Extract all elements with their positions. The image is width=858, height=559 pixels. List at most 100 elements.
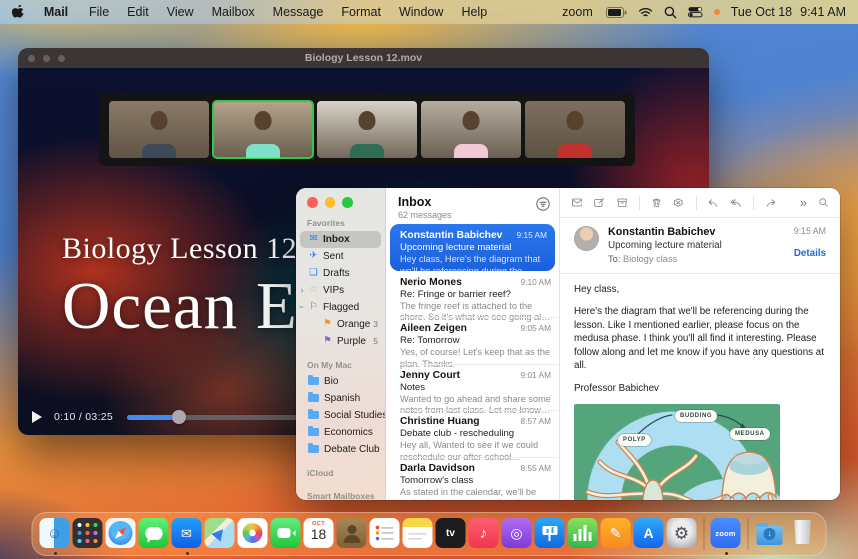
message-time: 8:55 AM — [521, 463, 551, 473]
dock-appstore[interactable]: A — [634, 518, 665, 555]
dock-pages[interactable]: ✎ — [601, 518, 632, 555]
control-center-icon[interactable] — [688, 6, 703, 18]
participant-video-5[interactable] — [525, 101, 625, 158]
dock-settings[interactable]: ⚙ — [667, 518, 698, 555]
participant-shirt — [246, 144, 280, 158]
filter-icon[interactable] — [536, 197, 550, 211]
overflow-chevrons-icon[interactable]: » — [800, 196, 807, 209]
zoom-button[interactable] — [342, 197, 353, 208]
delete-icon[interactable] — [652, 196, 661, 209]
sidebar-item-flagged[interactable]: ›⚐Flagged — [296, 299, 385, 316]
sidebar-item-bio[interactable]: Bio — [296, 373, 385, 390]
message-list-item-aileen-zeigen[interactable]: Aileen Zeigen9:05 AMRe: TomorrowYes, of … — [386, 317, 559, 364]
sidebar-item-orange[interactable]: ⚑Orange3 — [296, 316, 385, 333]
dock-appletv[interactable]: tv — [436, 518, 467, 555]
junk-icon[interactable] — [673, 196, 683, 209]
dock-music[interactable]: ♪ — [469, 518, 500, 555]
zoom-menu-extra[interactable]: zoom — [562, 5, 593, 19]
play-button[interactable] — [32, 411, 42, 423]
screen-recording-indicator[interactable] — [714, 9, 720, 15]
sidebar-item-vips[interactable]: ›☆VIPs — [296, 282, 385, 299]
progress-handle[interactable] — [172, 410, 186, 424]
details-link[interactable]: Details — [794, 248, 826, 259]
dock-safari[interactable] — [106, 518, 137, 555]
recipient: Biology class — [623, 254, 677, 264]
message-list-item-jenny-court[interactable]: Jenny Court9:01 AMNotesWanted to go ahea… — [386, 364, 559, 411]
participant-video-4[interactable] — [421, 101, 521, 158]
sidebar-item-social-studies[interactable]: Social Studies — [296, 407, 385, 424]
greeting: Hey class, — [574, 283, 824, 297]
chevron-down-icon[interactable]: › — [297, 303, 307, 311]
participant-head — [567, 111, 584, 130]
minimize-button[interactable] — [325, 197, 336, 208]
calendar-icon: OCT18 — [304, 518, 334, 548]
menubar-menu-edit[interactable]: Edit — [127, 5, 149, 19]
compose-icon[interactable] — [594, 196, 604, 209]
sidebar-item-label: Orange — [337, 319, 370, 330]
message-list-item-konstantin-babichev[interactable]: Konstantin Babichev9:15 AMUpcoming lectu… — [390, 224, 555, 271]
menubar-menu-file[interactable]: File — [89, 5, 109, 19]
dock-facetime[interactable] — [271, 518, 302, 555]
dock-messages[interactable] — [139, 518, 170, 555]
running-indicator — [186, 552, 189, 555]
archive-icon[interactable] — [617, 196, 627, 209]
message-list-pane: Inbox 62 messages Konstantin Babichev9:1… — [385, 188, 560, 500]
dock-notes[interactable] — [403, 518, 434, 555]
participant-video-2[interactable] — [213, 101, 313, 158]
message-list-item-darla-davidson[interactable]: Darla Davidson8:55 AMTomorrow's classAs … — [386, 457, 559, 501]
sidebar-item-debate-club[interactable]: Debate Club — [296, 441, 385, 458]
dock-mail[interactable]: ✉ — [172, 518, 203, 555]
video-window-titlebar[interactable]: Biology Lesson 12.mov — [18, 48, 709, 68]
dock-maps[interactable] — [205, 518, 236, 555]
sidebar-item-drafts[interactable]: ❏Drafts — [296, 265, 385, 282]
dock-reminders[interactable] — [370, 518, 401, 555]
sidebar-item-purple[interactable]: ⚑Purple5 — [296, 333, 385, 350]
chevron-right-icon[interactable]: › — [298, 285, 306, 295]
reply-icon[interactable] — [708, 197, 718, 209]
lifecycle-diagram-attachment[interactable]: BUDDING POLYP MEDUSA — [574, 404, 780, 500]
message-list-item-christine-huang[interactable]: Christine Huang8:57 AMDebate club - resc… — [386, 410, 559, 457]
dock-zoom[interactable]: zoom — [711, 518, 742, 555]
get-mail-icon[interactable] — [572, 196, 582, 209]
dock-downloads[interactable] — [755, 518, 786, 555]
menubar-menu-format[interactable]: Format — [341, 5, 381, 19]
dock-podcasts[interactable]: ◎ — [502, 518, 533, 555]
battery-icon[interactable] — [606, 7, 627, 18]
close-button[interactable] — [307, 197, 318, 208]
spotlight-search-icon[interactable] — [664, 6, 677, 19]
mail-sidebar: Favorites✉Inbox✈Sent❏Drafts›☆VIPs›⚐Flagg… — [296, 188, 385, 500]
participant-video-3[interactable] — [317, 101, 417, 158]
search-icon[interactable] — [819, 196, 828, 209]
sidebar-item-spanish[interactable]: Spanish — [296, 390, 385, 407]
dock-launchpad[interactable] — [73, 518, 104, 555]
participant-video-1[interactable] — [109, 101, 209, 158]
playback-time: 0:10 / 03:25 — [54, 411, 113, 423]
menubar-menu-message[interactable]: Message — [273, 5, 324, 19]
dock-keynote[interactable] — [535, 518, 566, 555]
sidebar-item-sent[interactable]: ✈Sent — [296, 248, 385, 265]
dock-photos[interactable] — [238, 518, 269, 555]
participant-head — [463, 111, 480, 130]
apple-menu-icon[interactable] — [12, 5, 25, 20]
menubar-menu-mailbox[interactable]: Mailbox — [212, 5, 255, 19]
sidebar-item-economics[interactable]: Economics — [296, 424, 385, 441]
sidebar-item-label: Purple — [337, 336, 366, 347]
dock-numbers[interactable] — [568, 518, 599, 555]
menubar-menu-help[interactable]: Help — [461, 5, 487, 19]
reply-all-icon[interactable] — [730, 197, 741, 209]
dock-calendar[interactable]: OCT18 — [304, 518, 335, 555]
menubar-app-menu[interactable]: Mail — [41, 0, 71, 27]
sidebar-section-smart-mailboxes: Smart Mailboxes — [296, 491, 385, 501]
dock-separator — [748, 518, 749, 550]
wifi-icon[interactable] — [638, 7, 653, 18]
dock-trash[interactable] — [788, 518, 819, 555]
flag-icon: ⚐ — [307, 302, 320, 312]
menubar-clock[interactable]: Tue Oct 18 9:41 AM — [731, 5, 846, 19]
forward-icon[interactable] — [766, 197, 776, 209]
message-list-item-nerio-mones[interactable]: Nerio Mones9:10 AMRe: Fringe or barrier … — [386, 271, 559, 318]
sidebar-item-inbox[interactable]: ✉Inbox — [300, 231, 381, 248]
menubar-menu-view[interactable]: View — [167, 5, 194, 19]
menubar-menu-window[interactable]: Window — [399, 5, 443, 19]
dock-finder[interactable]: ☺ — [40, 518, 71, 555]
dock-contacts[interactable] — [337, 518, 368, 555]
